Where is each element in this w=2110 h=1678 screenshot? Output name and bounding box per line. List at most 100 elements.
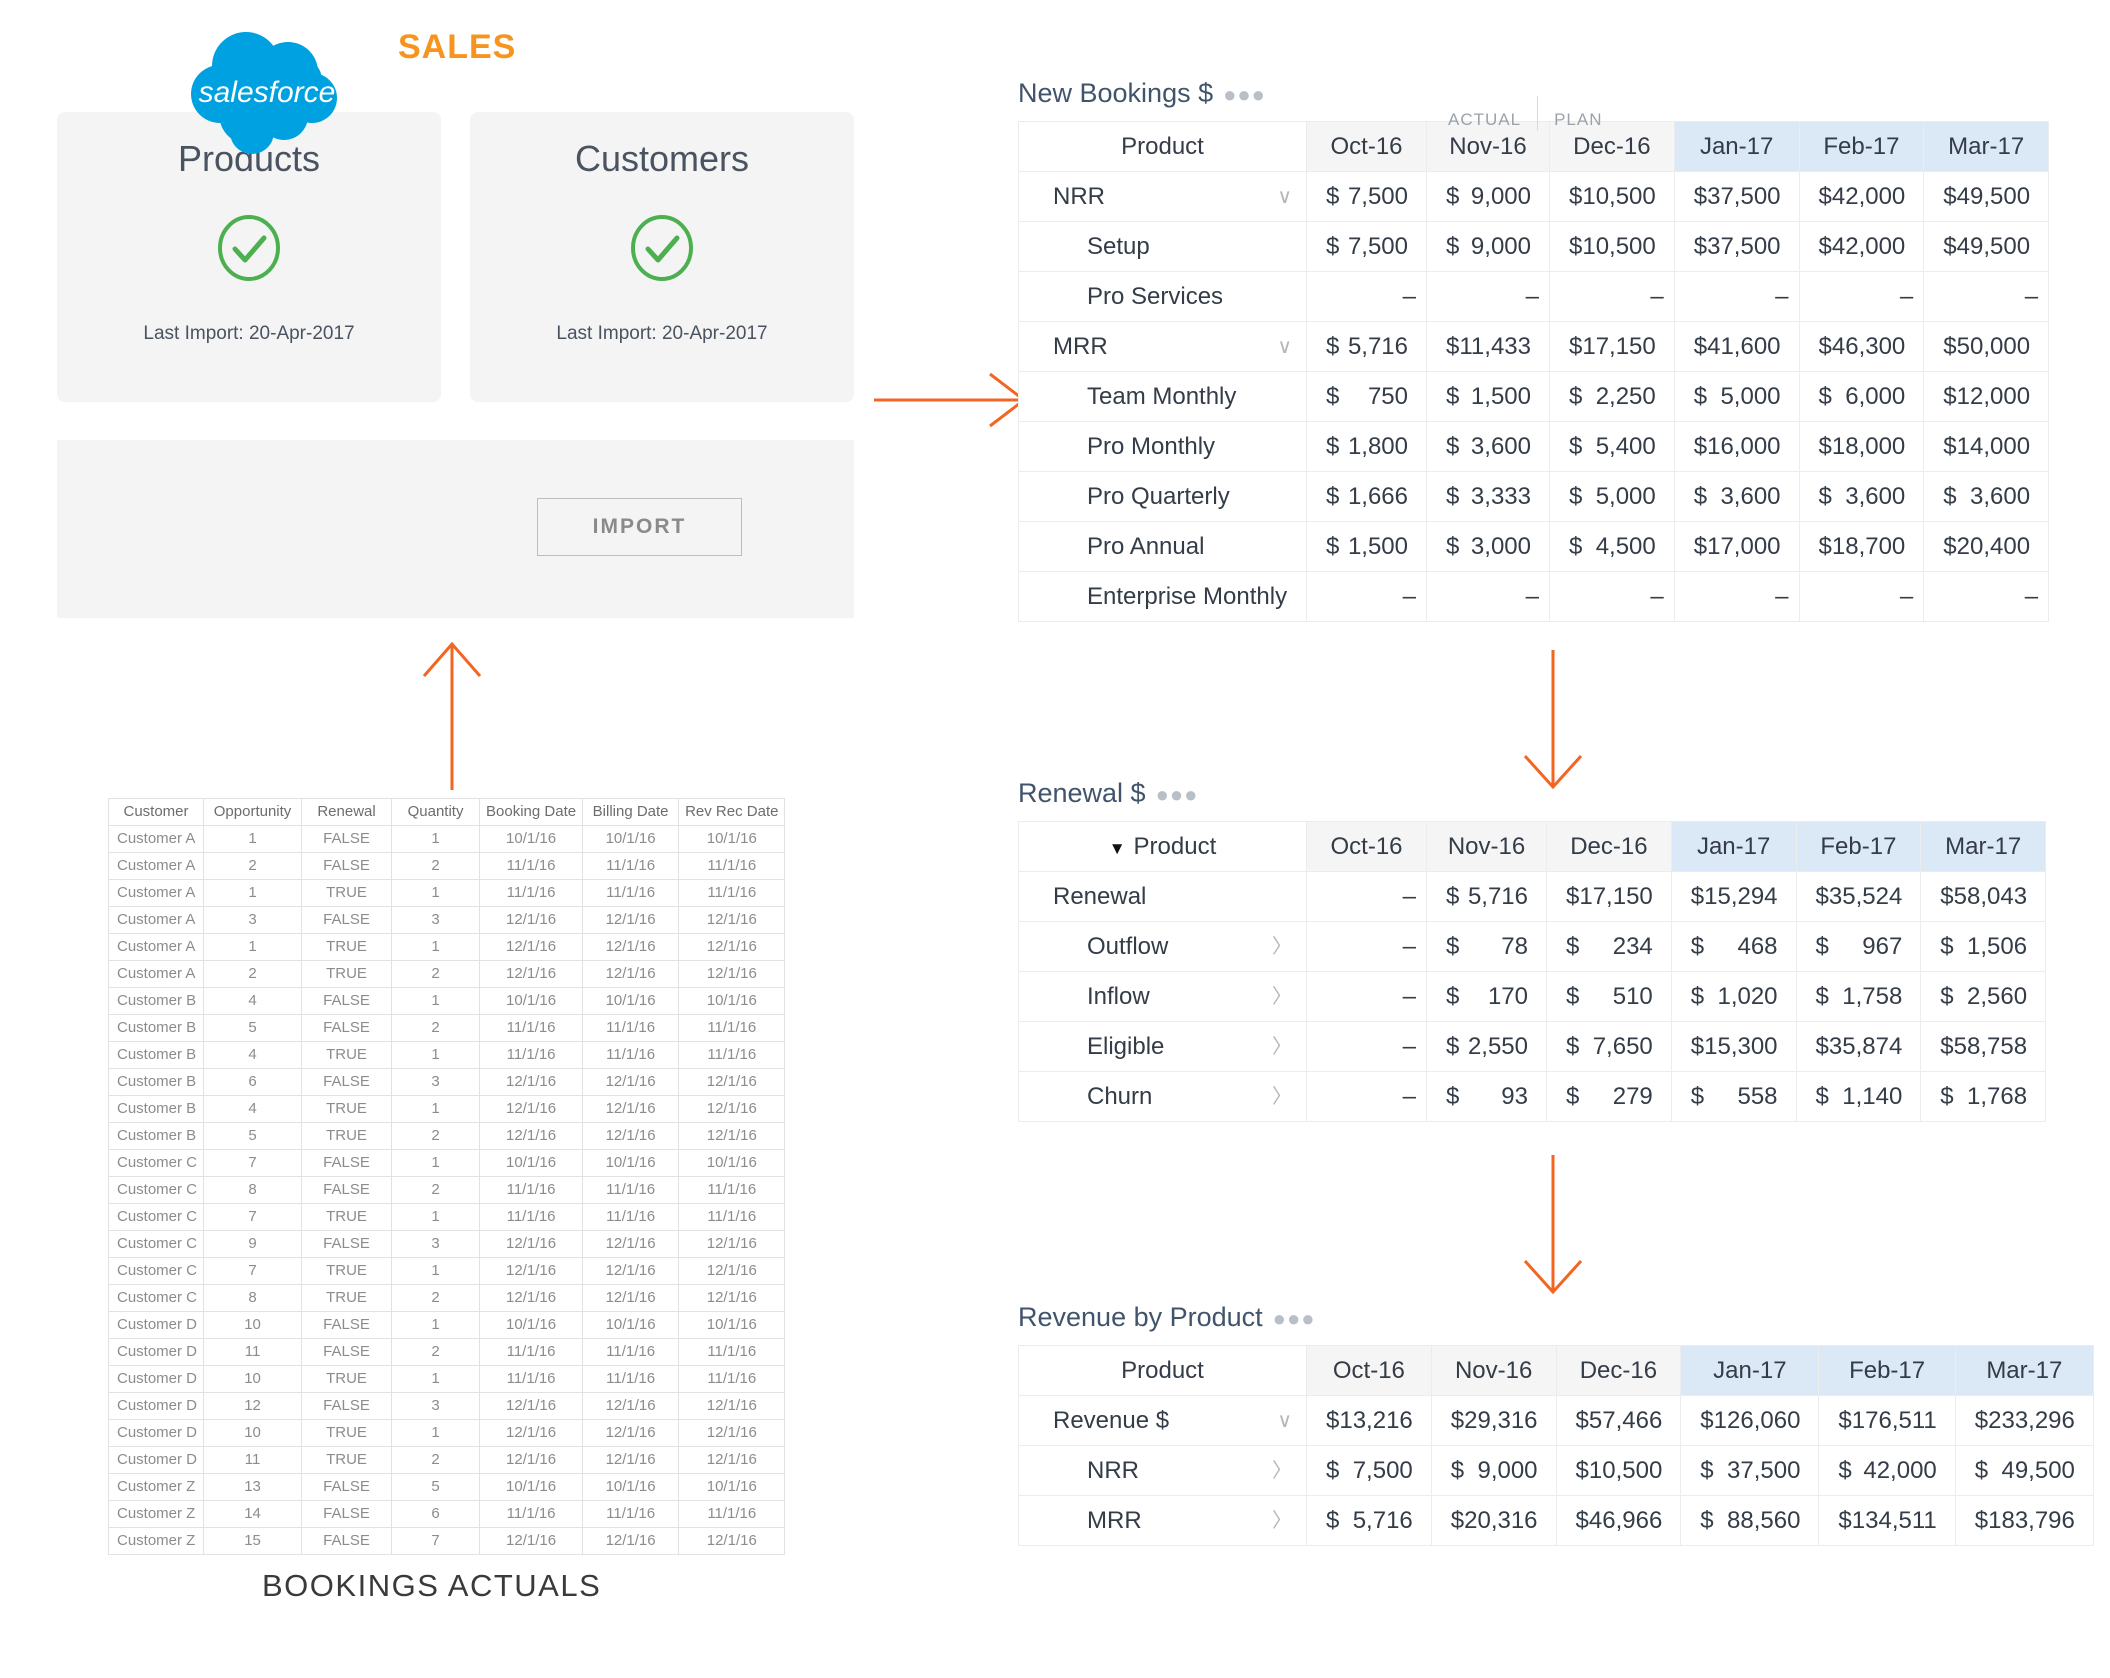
table-row[interactable]: Renewal – $5,716 $17,150 $15,294 $35,524 $58,0…	[1018, 871, 2047, 922]
currency-symbol: $	[1693, 232, 1708, 260]
pivot-month-header[interactable]: Oct-16	[1306, 121, 1427, 172]
table-row[interactable]: Revenue $ ∨ $13,216 $29,316 $57,466 $126,060 $…	[1018, 1395, 2094, 1446]
table-row[interactable]: Customer D 10 TRUE 1 12/1/16 12/1/16 12/1/16	[107, 1419, 786, 1447]
table-row[interactable]: Customer C 9 FALSE 3 12/1/16 12/1/16 12/1/16	[107, 1230, 786, 1258]
table-row[interactable]: Customer C 7 FALSE 1 10/1/16 10/1/16 10/1/16	[107, 1149, 786, 1177]
pivot-row-label-cell[interactable]: Pro Annual	[1018, 521, 1307, 572]
chevron-right-icon[interactable]: 〉	[1272, 987, 1292, 1007]
pivot-row-label-cell[interactable]: Enterprise Monthly	[1018, 571, 1307, 622]
table-row[interactable]: Team Monthly $750 $1,500 $2,250 $5,000 $6,000…	[1018, 371, 2050, 422]
pivot-month-header[interactable]: Oct-16	[1306, 821, 1427, 872]
bookings-actuals-sheet[interactable]: Customer Opportunity Renewal Quantity Bookin…	[107, 798, 786, 1555]
table-row[interactable]: Customer A 2 TRUE 2 12/1/16 12/1/16 12/1/16	[107, 960, 786, 988]
pivot-month-header[interactable]: Mar-17	[1954, 1345, 2094, 1396]
pivot-product-header[interactable]: ▼ Product	[1018, 821, 1307, 872]
table-row[interactable]: Customer Z 13 FALSE 5 10/1/16 10/1/16 10/1/16	[107, 1473, 786, 1501]
pivot-row-label-cell[interactable]: Churn 〉	[1018, 1071, 1307, 1122]
pivot-row-label-cell[interactable]: Pro Monthly	[1018, 421, 1307, 472]
chevron-down-icon[interactable]: ∨	[1277, 187, 1292, 207]
chevron-right-icon[interactable]: 〉	[1272, 1037, 1292, 1057]
pivot-value-cell: –	[1426, 271, 1550, 322]
pivot-month-header[interactable]: Jan-17	[1680, 1345, 1820, 1396]
table-row[interactable]: Customer C 7 TRUE 1 11/1/16 11/1/16 11/1/16	[107, 1203, 786, 1231]
ellipsis-icon[interactable]: ●●●	[1223, 84, 1266, 106]
pivot-month-header[interactable]: Feb-17	[1798, 121, 1925, 172]
import-button[interactable]: IMPORT	[537, 498, 742, 556]
table-row[interactable]: Customer Z 14 FALSE 6 11/1/16 11/1/16 11/1/16	[107, 1500, 786, 1528]
pivot-row-label-cell[interactable]: Outflow 〉	[1018, 921, 1307, 972]
pivot-month-header[interactable]: Dec-16	[1555, 1345, 1682, 1396]
table-row[interactable]: Pro Monthly $1,800 $3,600 $5,400 $16,000 $18,…	[1018, 421, 2050, 472]
chevron-down-icon[interactable]: ∨	[1277, 337, 1292, 357]
table-row[interactable]: Customer A 1 TRUE 1 12/1/16 12/1/16 12/1/16	[107, 933, 786, 961]
table-row[interactable]: Customer C 8 FALSE 2 11/1/16 11/1/16 11/1/16	[107, 1176, 786, 1204]
pivot-row-label-cell[interactable]: Pro Services	[1018, 271, 1307, 322]
pivot-month-header[interactable]: Mar-17	[1920, 821, 2047, 872]
table-row[interactable]: Customer B 6 FALSE 3 12/1/16 12/1/16 12/1/16	[107, 1068, 786, 1096]
pivot-month-header[interactable]: Mar-17	[1923, 121, 2050, 172]
pivot-row-label-cell[interactable]: Inflow 〉	[1018, 971, 1307, 1022]
table-row[interactable]: Enterprise Monthly – – – – – –	[1018, 571, 2050, 622]
pivot-row-label-cell[interactable]: Team Monthly	[1018, 371, 1307, 422]
table-row[interactable]: Setup $7,500 $9,000 $10,500 $37,500 $42,000 $4…	[1018, 221, 2050, 272]
table-row[interactable]: NRR ∨ $7,500 $9,000 $10,500 $37,500 $42,000 $49…	[1018, 171, 2050, 222]
pivot-row-label-cell[interactable]: Setup	[1018, 221, 1307, 272]
table-row[interactable]: Customer B 4 FALSE 1 10/1/16 10/1/16 10/1/16	[107, 987, 786, 1015]
table-row[interactable]: Eligible 〉 – $2,550 $7,650 $15,300 $35,874 $58,…	[1018, 1021, 2047, 1072]
table-row[interactable]: Customer B 4 TRUE 1 11/1/16 11/1/16 11/1/16	[107, 1041, 786, 1069]
table-row[interactable]: Pro Annual $1,500 $3,000 $4,500 $17,000 $18,7…	[1018, 521, 2050, 572]
table-row[interactable]: Customer A 1 TRUE 1 11/1/16 11/1/16 11/1/16	[107, 879, 786, 907]
table-row[interactable]: Customer D 11 FALSE 2 11/1/16 11/1/16 11/1/16	[107, 1338, 786, 1366]
pivot-row-label-cell[interactable]: Revenue $ ∨	[1018, 1395, 1307, 1446]
table-row[interactable]: Customer Z 15 FALSE 7 12/1/16 12/1/16 12/1/16	[107, 1527, 786, 1555]
status-card-customers[interactable]: Customers Last Import: 20-Apr-2017	[470, 112, 854, 402]
table-row[interactable]: Churn 〉 – $93 $279 $558 $1,140 $1,768	[1018, 1071, 2047, 1122]
table-row[interactable]: Customer A 2 FALSE 2 11/1/16 11/1/16 11/1/16	[107, 852, 786, 880]
table-row[interactable]: MRR ∨ $5,716 $11,433 $17,150 $41,600 $46,300 $5…	[1018, 321, 2050, 372]
chevron-down-icon[interactable]: ∨	[1277, 1411, 1292, 1431]
ellipsis-icon[interactable]: ●●●	[1156, 784, 1199, 806]
table-row[interactable]: Pro Services – – – – – –	[1018, 271, 2050, 322]
table-row[interactable]: Pro Quarterly $1,666 $3,333 $5,000 $3,600 $3,…	[1018, 471, 2050, 522]
pivot-row-label-cell[interactable]: MRR ∨	[1018, 321, 1307, 372]
table-row[interactable]: Customer B 4 TRUE 1 12/1/16 12/1/16 12/1/16	[107, 1095, 786, 1123]
table-row[interactable]: Inflow 〉 – $170 $510 $1,020 $1,758 $2,560	[1018, 971, 2047, 1022]
pivot-month-header[interactable]: Jan-17	[1673, 121, 1800, 172]
pivot-row-label-cell[interactable]: MRR 〉	[1018, 1495, 1307, 1546]
pivot-month-header[interactable]: Nov-16	[1430, 1345, 1557, 1396]
pivot-row-label-cell[interactable]: Pro Quarterly	[1018, 471, 1307, 522]
table-row[interactable]: Customer D 11 TRUE 2 12/1/16 12/1/16 12/1/16	[107, 1446, 786, 1474]
table-row[interactable]: Customer B 5 FALSE 2 11/1/16 11/1/16 11/1/16	[107, 1014, 786, 1042]
chevron-right-icon[interactable]: 〉	[1272, 1511, 1292, 1531]
chevron-right-icon[interactable]: 〉	[1272, 937, 1292, 957]
pivot-product-header[interactable]: Product	[1018, 1345, 1307, 1396]
pivot-value-cell: $279	[1546, 1071, 1672, 1122]
ellipsis-icon[interactable]: ●●●	[1273, 1308, 1316, 1330]
pivot-month-header[interactable]: Oct-16	[1306, 1345, 1432, 1396]
chevron-right-icon[interactable]: 〉	[1272, 1461, 1292, 1481]
table-row[interactable]: Customer A 1 FALSE 1 10/1/16 10/1/16 10/1/16	[107, 825, 786, 853]
pivot-month-header[interactable]: Feb-17	[1795, 821, 1922, 872]
table-row[interactable]: Customer D 10 FALSE 1 10/1/16 10/1/16 10/1/16	[107, 1311, 786, 1339]
table-row[interactable]: Outflow 〉 – $78 $234 $468 $967 $1,506	[1018, 921, 2047, 972]
table-row[interactable]: Customer C 7 TRUE 1 12/1/16 12/1/16 12/1/16	[107, 1257, 786, 1285]
pivot-month-header[interactable]: Feb-17	[1818, 1345, 1956, 1396]
table-row[interactable]: Customer D 12 FALSE 3 12/1/16 12/1/16 12/1/16	[107, 1392, 786, 1420]
table-row[interactable]: Customer C 8 TRUE 2 12/1/16 12/1/16 12/1/16	[107, 1284, 786, 1312]
table-row[interactable]: MRR 〉 $5,716 $20,316 $46,966 $88,560 $134,511 $…	[1018, 1495, 2094, 1546]
pivot-month-header[interactable]: Jan-17	[1670, 821, 1797, 872]
pivot-month-header[interactable]: Dec-16	[1546, 821, 1672, 872]
table-row[interactable]: Customer A 3 FALSE 3 12/1/16 12/1/16 12/1/16	[107, 906, 786, 934]
table-row[interactable]: Customer B 5 TRUE 2 12/1/16 12/1/16 12/1/16	[107, 1122, 786, 1150]
pivot-month-header[interactable]: Nov-16	[1426, 821, 1547, 872]
pivot-row-label-cell[interactable]: NRR 〉	[1018, 1445, 1307, 1496]
pivot-row-label-cell[interactable]: NRR ∨	[1018, 171, 1307, 222]
pivot-row-label-cell[interactable]: Renewal	[1018, 871, 1307, 922]
table-row[interactable]: NRR 〉 $7,500 $9,000 $10,500 $37,500 $42,000 $49…	[1018, 1445, 2094, 1496]
table-row[interactable]: Customer D 10 TRUE 1 11/1/16 11/1/16 11/1/16	[107, 1365, 786, 1393]
pivot-row-label-cell[interactable]: Eligible 〉	[1018, 1021, 1307, 1072]
pivot-product-header[interactable]: Product	[1018, 121, 1307, 172]
chevron-right-icon[interactable]: 〉	[1272, 1087, 1292, 1107]
pivot-value: 50,000	[1956, 332, 2031, 360]
currency-symbol: $	[1815, 1032, 1829, 1060]
